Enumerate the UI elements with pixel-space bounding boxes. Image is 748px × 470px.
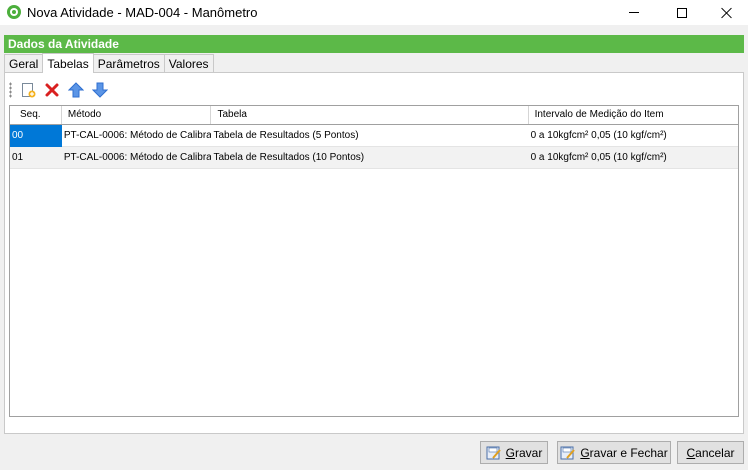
save-close-icon (560, 446, 576, 459)
tab-strip: Geral Tabelas Parâmetros Valores (4, 53, 214, 73)
column-header-seq[interactable]: Seq. (10, 106, 62, 124)
cancelar-label: ancelar (695, 445, 735, 460)
cell-intervalo[interactable]: 0 a 10kgfcm² 0,05 (10 kgf/cm²) (529, 125, 738, 147)
gravar-button[interactable]: Gravar (480, 441, 548, 464)
move-down-icon (92, 82, 108, 98)
cell-tabela[interactable]: Tabela de Resultados (10 Pontos) (211, 147, 528, 169)
tab-valores[interactable]: Valores (163, 54, 214, 73)
tab-parametros[interactable]: Parâmetros (92, 54, 165, 73)
cancelar-label-accel: C (686, 445, 696, 460)
minimize-button[interactable] (611, 0, 657, 25)
new-icon (22, 83, 36, 98)
gravar-fechar-label: ravar e Fechar (589, 445, 668, 460)
tab-panel-tabelas: Seq. Método Tabela Intervalo de Medição … (4, 72, 744, 434)
tab-tabelas[interactable]: Tabelas (42, 53, 94, 73)
table-row[interactable]: 00 PT-CAL-0006: Método de Calibra... Tab… (10, 124, 738, 147)
cell-intervalo[interactable]: 0 a 10kgfcm² 0,05 (10 kgf/cm²) (529, 147, 738, 169)
maximize-button[interactable] (659, 0, 705, 25)
cell-metodo[interactable]: PT-CAL-0006: Método de Calibra... (62, 147, 212, 169)
gravar-fechar-label-accel: G (580, 445, 590, 460)
grid-header: Seq. Método Tabela Intervalo de Medição … (10, 106, 738, 125)
column-header-metodo[interactable]: Método (62, 106, 212, 124)
save-icon (486, 446, 501, 459)
move-up-button[interactable] (66, 80, 86, 100)
minimize-icon (629, 12, 639, 13)
column-header-tabela[interactable]: Tabela (211, 106, 529, 124)
grid-toolbar (9, 77, 114, 103)
move-down-button[interactable] (90, 80, 110, 100)
window-title: Nova Atividade - MAD-004 - Manômetro (27, 5, 258, 20)
title-bar: Nova Atividade - MAD-004 - Manômetro (0, 0, 748, 25)
dialog-body: Dados da Atividade Geral Tabelas Parâmet… (0, 25, 748, 470)
toolbar-grip[interactable] (9, 82, 12, 98)
cell-metodo[interactable]: PT-CAL-0006: Método de Calibra... (62, 125, 212, 147)
close-icon (721, 7, 733, 19)
cancelar-button[interactable]: Cancelar (677, 441, 744, 464)
cell-tabela[interactable]: Tabela de Resultados (5 Pontos) (211, 125, 528, 147)
cell-seq[interactable]: 01 (10, 147, 62, 169)
gravar-label-accel: G (505, 445, 515, 460)
delete-button[interactable] (42, 80, 62, 100)
cell-seq[interactable]: 00 (10, 124, 62, 147)
delete-icon (45, 83, 59, 97)
table-row[interactable]: 01 PT-CAL-0006: Método de Calibra... Tab… (10, 147, 738, 169)
tabelas-grid[interactable]: Seq. Método Tabela Intervalo de Medição … (9, 105, 739, 417)
gravar-label: ravar (515, 445, 543, 460)
app-icon (7, 5, 21, 19)
close-button[interactable] (704, 0, 748, 25)
tab-geral[interactable]: Geral (4, 54, 44, 73)
new-button[interactable] (18, 80, 38, 100)
gravar-e-fechar-button[interactable]: Gravar e Fechar (557, 441, 671, 464)
move-up-icon (68, 82, 84, 98)
maximize-icon (677, 7, 687, 18)
section-header: Dados da Atividade (4, 35, 744, 53)
column-header-intervalo[interactable]: Intervalo de Medição do Item (529, 106, 738, 124)
